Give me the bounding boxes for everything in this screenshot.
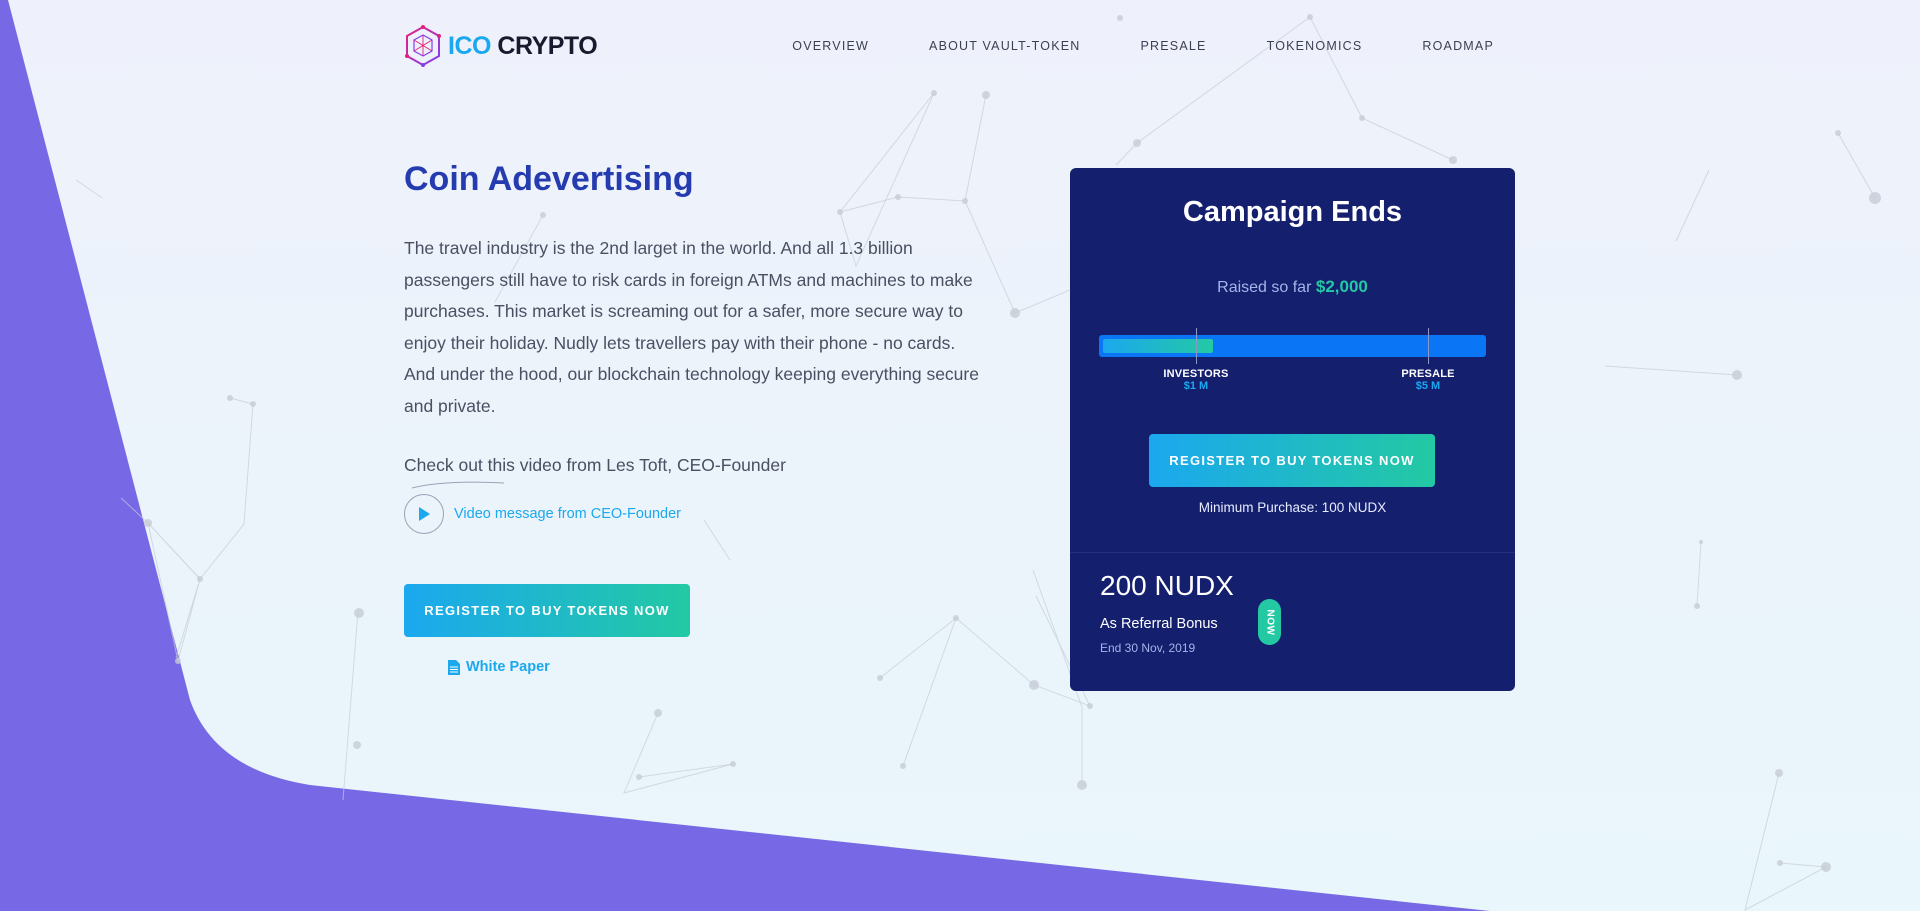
nav-item-overview[interactable]: OVERVIEW (792, 39, 869, 53)
register-button[interactable]: REGISTER TO BUY TOKENS NOW (404, 584, 690, 637)
logo-text-crypto: CRYPTO (497, 31, 598, 60)
white-paper-label: White Paper (466, 659, 550, 675)
marker-investors-name: INVESTORS (1163, 368, 1229, 380)
marker-investors-line (1196, 328, 1197, 364)
hero-title: Coin Adevertising (404, 160, 694, 198)
bonus-label: As Referral Bonus (1100, 616, 1218, 632)
nav-item-presale[interactable]: PRESALE (1141, 39, 1207, 53)
nav-item-roadmap[interactable]: ROADMAP (1422, 39, 1494, 53)
marker-investors-amount: $1 M (1183, 380, 1209, 392)
marker-presale-amount: $5 M (1415, 380, 1441, 392)
referral-bonus: 200 NUDX As Referral Bonus End 30 Nov, 2… (1100, 570, 1234, 655)
main-nav: OVERVIEW ABOUT VAULT-TOKEN PRESALE TOKEN… (792, 39, 1494, 53)
bonus-end-date: End 30 Nov, 2019 (1100, 641, 1196, 655)
nav-item-about-vault-token[interactable]: ABOUT VAULT-TOKEN (929, 39, 1080, 53)
campaign-card: Campaign Ends Raised so far $2,000 INVES… (1070, 168, 1515, 691)
campaign-register-button[interactable]: REGISTER TO BUY TOKENS NOW (1149, 434, 1435, 487)
now-badge-text: NOW (1264, 609, 1276, 635)
marker-presale: PRESALE $5 M (1383, 368, 1473, 392)
logo[interactable]: ICO CRYPTO (404, 25, 598, 67)
squiggle-underline-icon (411, 481, 505, 489)
play-icon[interactable] (404, 494, 444, 534)
site-header: ICO CRYPTO OVERVIEW ABOUT VAULT-TOKEN PR… (404, 24, 1494, 68)
raised-so-far: Raised so far $2,000 (1070, 277, 1515, 297)
hexagon-cube-icon (405, 25, 441, 67)
marker-investors: INVESTORS $1 M (1151, 368, 1241, 392)
video-link-row[interactable]: Video message from CEO-Founder (404, 494, 984, 534)
logo-text-ico: ICO (448, 31, 491, 60)
hero-section: Coin Adevertising The travel industry is… (404, 160, 984, 675)
campaign-title: Campaign Ends (1182, 196, 1403, 228)
video-link[interactable]: Video message from CEO-Founder (454, 506, 681, 522)
marker-presale-line (1428, 328, 1429, 364)
document-icon (448, 659, 460, 675)
bonus-amount: 200 NUDX (1100, 570, 1234, 601)
now-badge: NOW (1258, 599, 1281, 645)
white-paper-link[interactable]: White Paper (448, 659, 984, 675)
nav-item-tokenomics[interactable]: TOKENOMICS (1267, 39, 1363, 53)
minimum-purchase: Minimum Purchase: 100 NUDX (1198, 500, 1387, 515)
marker-presale-name: PRESALE (1401, 368, 1455, 380)
raised-amount: $2,000 (1315, 277, 1368, 296)
video-intro-text: Check out this video from Les Toft, CEO-… (404, 455, 786, 475)
raised-label: Raised so far (1217, 279, 1312, 296)
card-divider (1070, 552, 1515, 553)
hero-description: The travel industry is the 2nd larget in… (404, 238, 979, 416)
